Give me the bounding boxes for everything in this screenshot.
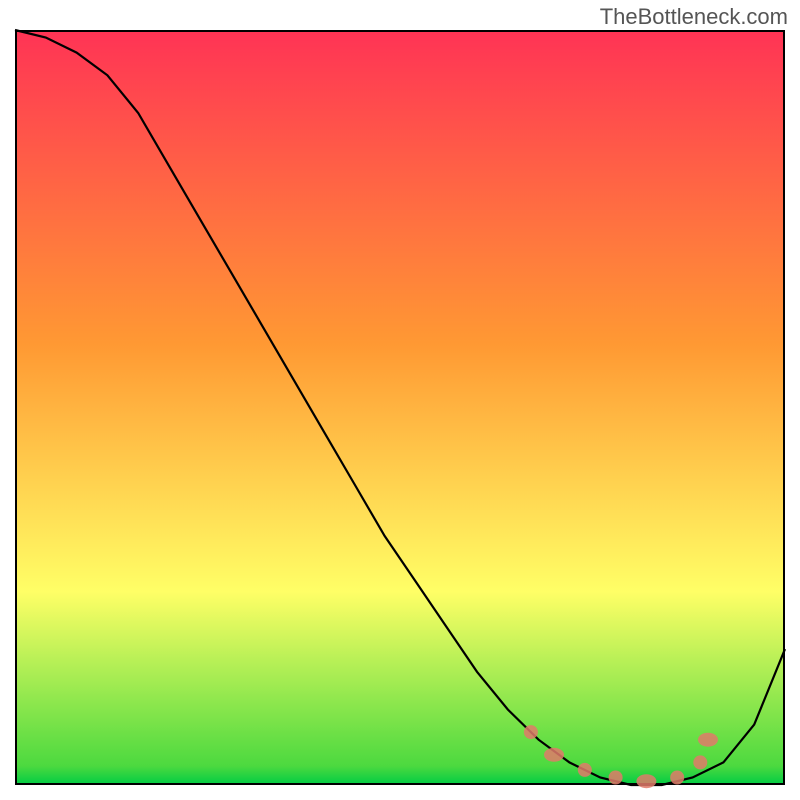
highlight-marker <box>698 733 718 747</box>
highlight-marker <box>544 748 564 762</box>
chart-container: TheBottleneck.com <box>0 0 800 800</box>
highlight-marker <box>524 725 538 739</box>
chart-svg <box>15 30 785 785</box>
watermark-text: TheBottleneck.com <box>600 4 788 30</box>
highlight-marker <box>636 774 656 788</box>
highlight-marker <box>609 771 623 785</box>
highlight-marker <box>670 771 684 785</box>
bottleneck-curve <box>15 30 785 785</box>
highlight-marker <box>578 763 592 777</box>
highlight-marker <box>693 755 707 769</box>
